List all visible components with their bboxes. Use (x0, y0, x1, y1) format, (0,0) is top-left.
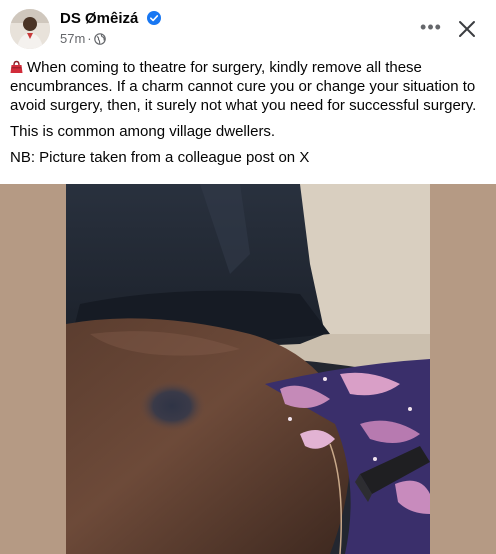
verified-badge-icon (146, 11, 161, 25)
avatar-image (10, 9, 50, 49)
more-options-button[interactable]: ••• (416, 14, 446, 44)
post-photo[interactable] (0, 184, 496, 554)
handbag-emoji-icon (10, 60, 23, 73)
avatar[interactable] (10, 9, 50, 49)
author-name-text[interactable]: DS Ømêizá (60, 10, 138, 27)
globe-icon[interactable] (93, 33, 106, 45)
post-paragraph: NB: Picture taken from a colleague post … (10, 149, 310, 166)
post-text: When coming to theatre for surgery, kind… (10, 58, 488, 174)
post-paragraph-text: When coming to theatre for surgery, kind… (10, 59, 477, 114)
post-meta: 57m · (60, 31, 106, 46)
post-paragraph: This is common among village dwellers. (10, 123, 276, 140)
post-header: DS Ømêizá 57m · ••• (0, 0, 496, 56)
post-paragraph: When coming to theatre for surgery, kind… (10, 58, 488, 115)
author-name[interactable]: DS Ømêizá (60, 10, 161, 27)
post-timestamp[interactable]: 57m (60, 31, 85, 46)
post-photo-image (0, 184, 496, 554)
close-icon[interactable] (452, 14, 482, 44)
meta-separator: · (87, 31, 92, 46)
